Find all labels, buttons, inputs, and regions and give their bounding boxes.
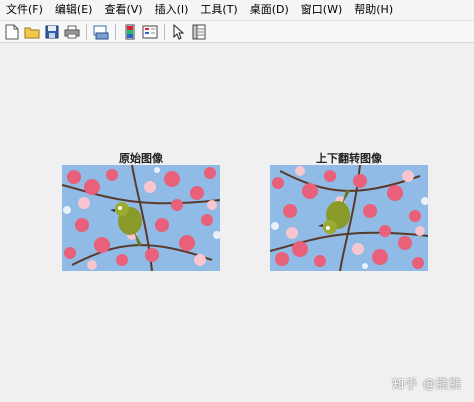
open-folder-icon[interactable] bbox=[23, 23, 41, 41]
menu-desktop[interactable]: 桌面(D) bbox=[244, 0, 295, 20]
menu-file[interactable]: 文件(F) bbox=[0, 0, 49, 20]
toolbar-separator bbox=[164, 23, 165, 40]
menu-bar: 文件(F) 编辑(E) 查看(V) 插入(I) 工具(T) 桌面(D) 窗口(W… bbox=[0, 0, 474, 21]
colorbar-icon[interactable] bbox=[121, 23, 139, 41]
toolbar-separator bbox=[115, 23, 116, 40]
figure-canvas: 原始图像 上下翻转图像 知乎 @熊熊 bbox=[0, 44, 474, 402]
watermark: 知乎 @熊熊 bbox=[392, 377, 462, 391]
legend-icon[interactable] bbox=[141, 23, 159, 41]
toolbar-separator bbox=[86, 23, 87, 40]
menu-window[interactable]: 窗口(W) bbox=[295, 0, 348, 20]
left-image-title: 原始图像 bbox=[119, 152, 163, 165]
print-icon[interactable] bbox=[63, 23, 81, 41]
flipped-image bbox=[270, 165, 428, 271]
select-pointer-icon[interactable] bbox=[170, 23, 188, 41]
right-image-title: 上下翻转图像 bbox=[316, 152, 382, 165]
new-file-icon[interactable] bbox=[3, 23, 21, 41]
menu-insert[interactable]: 插入(I) bbox=[149, 0, 195, 20]
print-figure-icon[interactable] bbox=[92, 23, 110, 41]
original-image bbox=[62, 165, 220, 271]
menu-view[interactable]: 查看(V) bbox=[98, 0, 148, 20]
menu-tools[interactable]: 工具(T) bbox=[194, 0, 243, 20]
property-editor-icon[interactable] bbox=[190, 23, 208, 41]
menu-edit[interactable]: 编辑(E) bbox=[49, 0, 99, 20]
toolbar bbox=[0, 21, 474, 43]
save-icon[interactable] bbox=[43, 23, 61, 41]
menu-help[interactable]: 帮助(H) bbox=[348, 0, 399, 20]
